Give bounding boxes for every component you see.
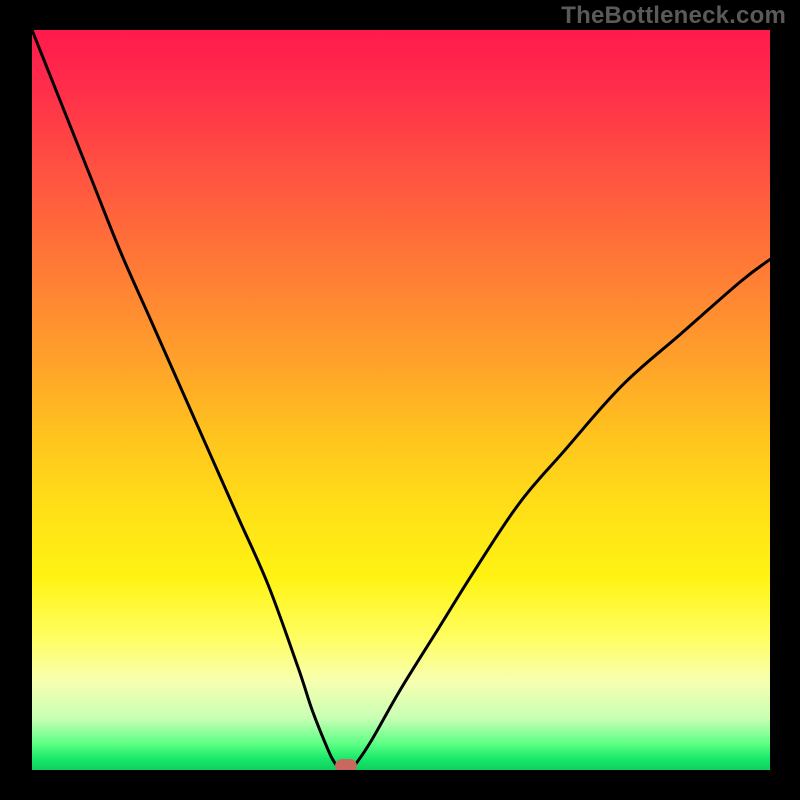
watermark-text: TheBottleneck.com: [561, 2, 786, 30]
bottleneck-curve: [32, 30, 770, 770]
curve-svg: [32, 30, 770, 770]
plot-area: [32, 30, 770, 770]
minimum-marker-icon: [335, 759, 357, 770]
chart-frame: TheBottleneck.com: [0, 0, 800, 800]
